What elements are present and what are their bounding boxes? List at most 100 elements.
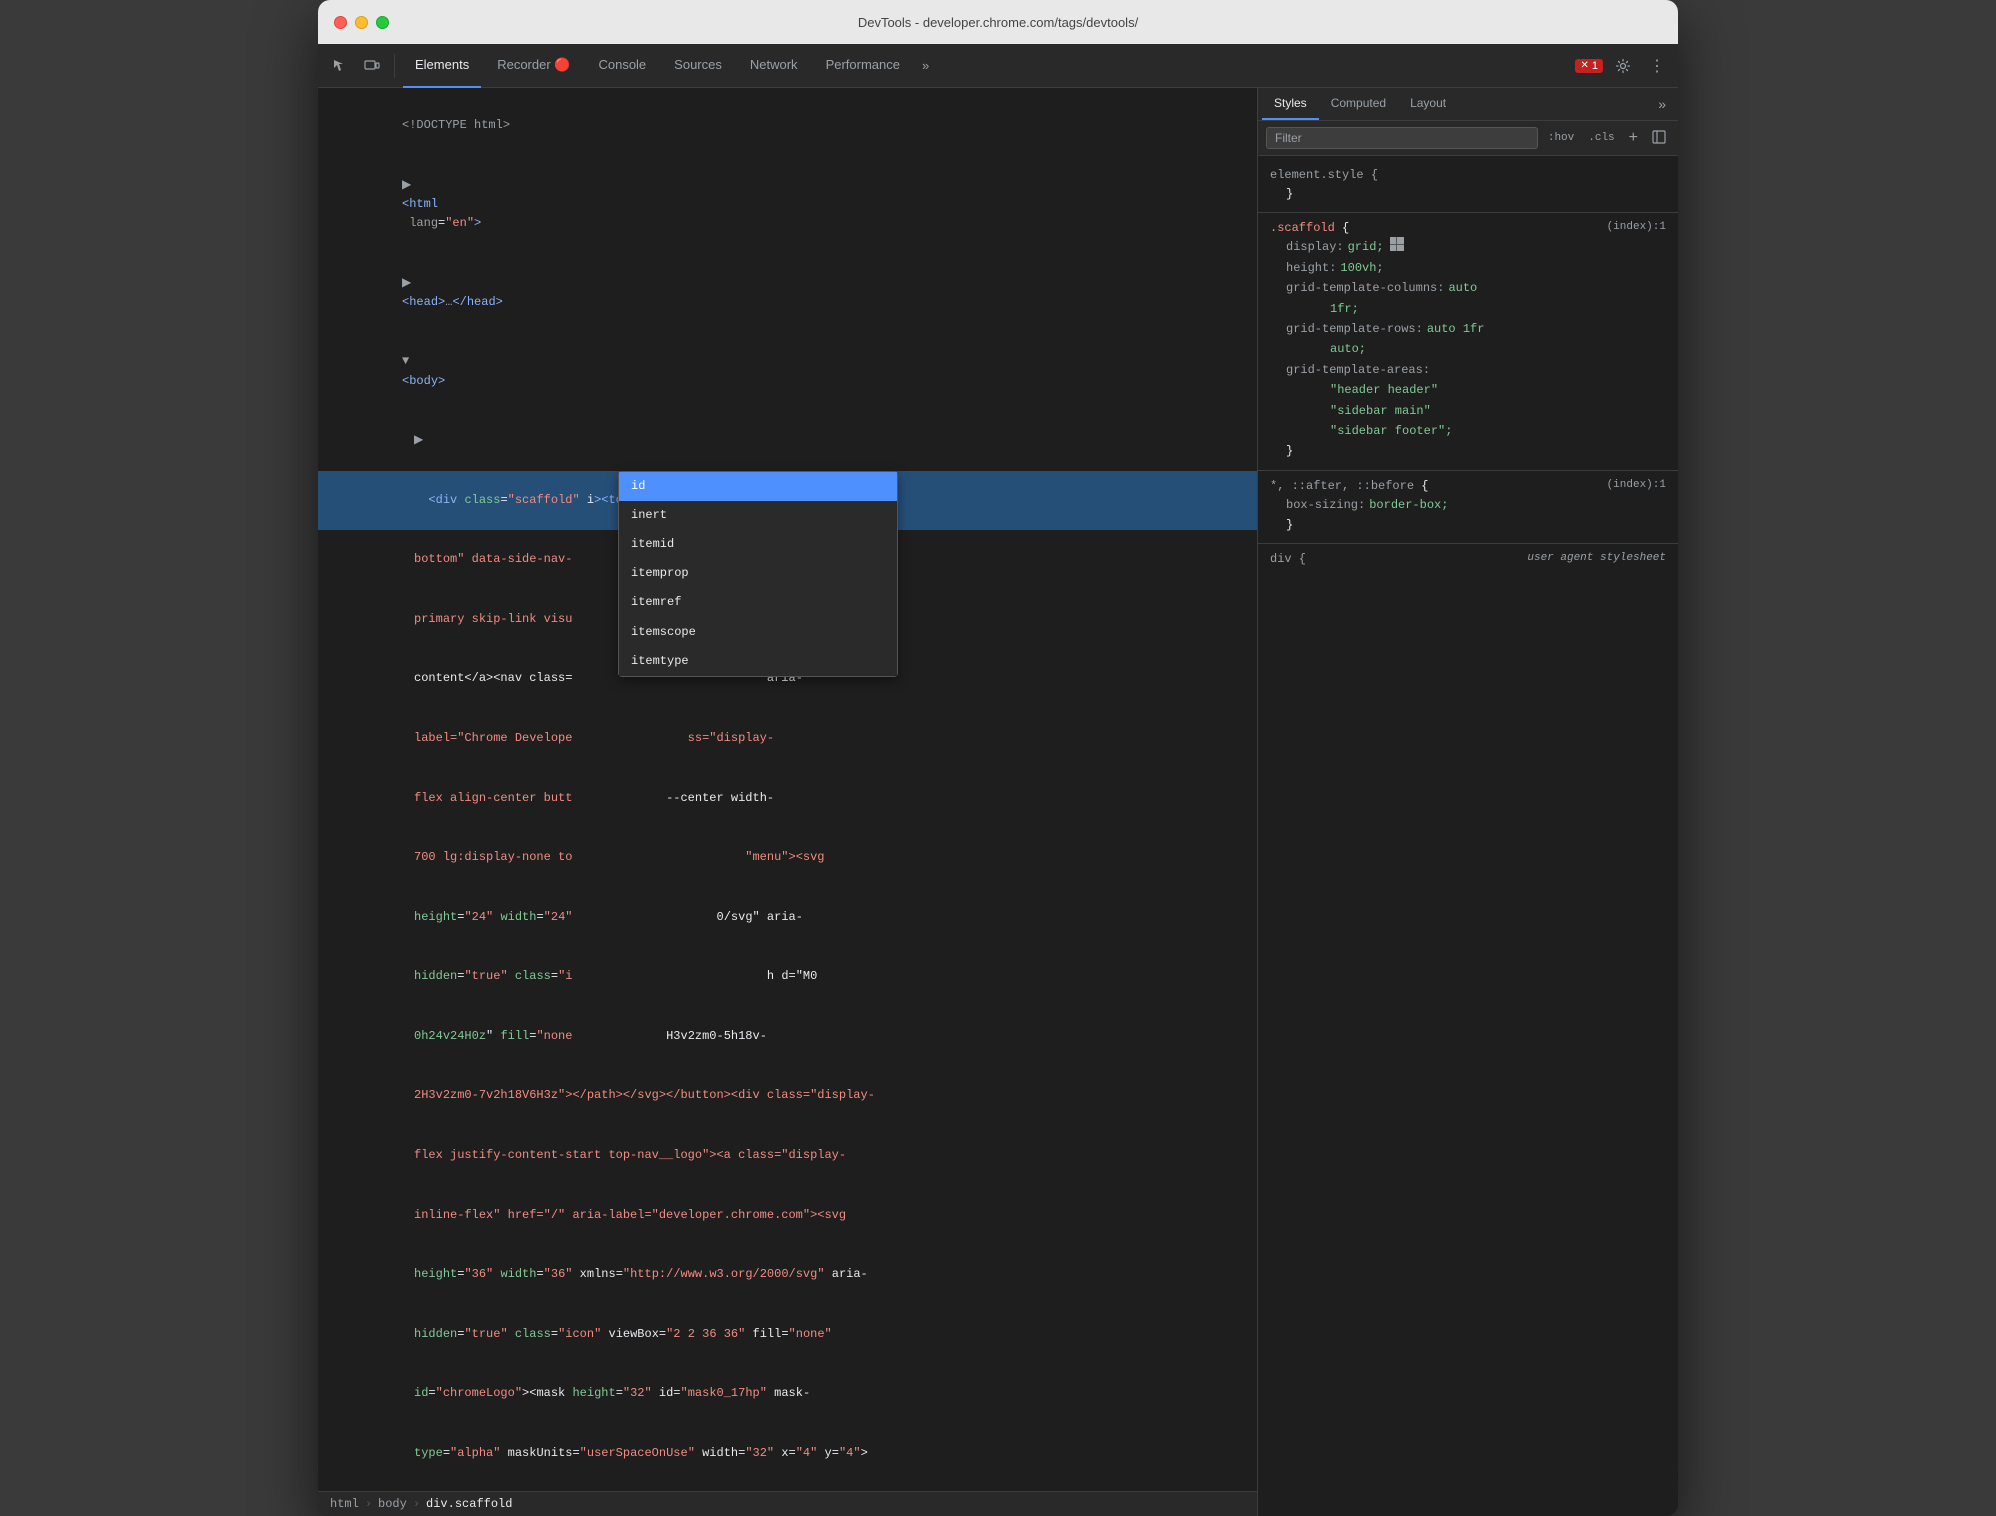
styles-tabs: Styles Computed Layout » (1258, 88, 1678, 121)
val-true: "true" (464, 969, 507, 983)
css-prop-gtc-val2: 1fr; (1286, 299, 1666, 319)
toggle-sidebar-btn[interactable] (1648, 128, 1670, 149)
grid-icon[interactable] (1390, 237, 1404, 251)
autocomplete-item-id[interactable]: id (619, 472, 897, 501)
pseudo-cls-btn[interactable]: .cls (1584, 130, 1618, 146)
attr-lang-value: "en" (445, 216, 474, 230)
tab-network[interactable]: Network (738, 44, 810, 88)
more-tabs-button[interactable]: » (916, 54, 935, 77)
toolbar-divider-1 (394, 54, 395, 78)
sp2: viewBox= (601, 1327, 666, 1341)
breadcrumb-body[interactable]: body (378, 1497, 407, 1511)
triangle-icon[interactable]: ▶ (402, 176, 411, 195)
prop-value: 1fr; (1330, 299, 1359, 319)
autocomplete-item-itemid[interactable]: itemid (619, 530, 897, 559)
attr-d: 0h24v24H0z (414, 1029, 486, 1043)
autocomplete-item-inert[interactable]: inert (619, 501, 897, 530)
autocomplete-item-itemref[interactable]: itemref (619, 588, 897, 617)
triangle-icon[interactable]: ▶ (402, 274, 411, 293)
tab-more-button[interactable]: » (1650, 92, 1674, 116)
prop-name: grid-template-areas: (1286, 360, 1430, 380)
tab-sources[interactable]: Sources (662, 44, 734, 88)
tree-line[interactable]: flex justify-content-start top-nav__logo… (318, 1126, 1257, 1186)
selected-content-area: <div class="scaffold" i><top-nav class="… (318, 471, 1257, 531)
tab-elements[interactable]: Elements (403, 44, 481, 88)
autocomplete-item-itemscope[interactable]: itemscope (619, 618, 897, 647)
rule-source[interactable]: (index):1 (1607, 221, 1666, 235)
close-brace: } (1286, 441, 1293, 461)
close-button[interactable] (334, 16, 347, 29)
tab-console[interactable]: Console (586, 44, 658, 88)
val2: "32" (623, 1386, 652, 1400)
css-prop-gta-val2: "sidebar main" (1286, 401, 1666, 421)
prop-value: border-box; (1369, 495, 1448, 515)
class-value: "scaffold" (508, 493, 580, 507)
tree-line[interactable]: <!DOCTYPE html> (318, 96, 1257, 156)
inspect-element-button[interactable] (326, 54, 354, 78)
triangle-icon-inner[interactable]: ▶ (414, 431, 423, 450)
triangle-icon[interactable]: ▼ (402, 352, 409, 371)
line-content: label="Chrome Develope (414, 731, 572, 745)
tab-computed[interactable]: Computed (1319, 88, 1398, 120)
tree-line[interactable]: id="chromeLogo"><mask height="32" id="ma… (318, 1364, 1257, 1424)
rule-selector: div { user agent stylesheet (1270, 552, 1666, 566)
tree-line[interactable]: height="24" width="24" 0/svg" aria- (318, 888, 1257, 948)
eq: = (457, 1327, 464, 1341)
css-prop-gta-val3: "sidebar footer"; (1286, 421, 1666, 441)
autocomplete-item-itemtype[interactable]: itemtype (619, 647, 897, 676)
device-toggle-button[interactable] (358, 54, 386, 78)
tab-performance[interactable]: Performance (814, 44, 912, 88)
tree-line[interactable]: hidden="true" class="icon" viewBox="2 2 … (318, 1304, 1257, 1364)
tree-line[interactable]: label="Chrome Develope ss="display- (318, 709, 1257, 769)
tree-line[interactable]: type="alpha" maskUnits="userSpaceOnUse" … (318, 1424, 1257, 1484)
doctype-text: <!DOCTYPE html> (402, 118, 510, 132)
class-attr: class (464, 493, 500, 507)
rule-source-ua[interactable]: user agent stylesheet (1527, 552, 1666, 566)
tab-styles[interactable]: Styles (1262, 88, 1319, 120)
prop-value: grid; (1348, 237, 1384, 257)
tab-recorder[interactable]: Recorder 🔴 (485, 44, 582, 88)
eq: = (428, 1386, 435, 1400)
pseudo-hover-btn[interactable]: :hov (1544, 130, 1578, 146)
prop-value: 100vh; (1340, 258, 1383, 278)
eq1: = (500, 493, 507, 507)
tree-line[interactable]: inline-flex" href="/" aria-label="develo… (318, 1185, 1257, 1245)
selector-div: div { (1270, 552, 1306, 566)
settings-button[interactable] (1609, 54, 1637, 78)
tree-line[interactable]: ▼ <body> (318, 332, 1257, 411)
maximize-button[interactable] (376, 16, 389, 29)
attr2: height (572, 1386, 615, 1400)
rule-divider (1258, 212, 1678, 213)
html-tree[interactable]: <!DOCTYPE html> ▶ <html lang="en"> ▶ <he… (318, 88, 1257, 1491)
breadcrumb-div-scaffold[interactable]: div.scaffold (426, 1497, 512, 1511)
add-style-btn[interactable]: + (1625, 127, 1642, 149)
rule-selector: .scaffold { (index):1 (1270, 221, 1666, 235)
tree-line[interactable]: hidden="true" class="i h d="M0 (318, 947, 1257, 1007)
styles-filter-input[interactable] (1266, 127, 1538, 149)
more-options-button[interactable]: ⋮ (1643, 52, 1670, 80)
val: "36" (464, 1267, 493, 1281)
val4: "4" (796, 1446, 818, 1460)
line-content2: --center width- (666, 791, 774, 805)
rule-source[interactable]: (index):1 (1607, 479, 1666, 493)
val3: "http://www.w3.org/2000/svg" (623, 1267, 825, 1281)
tree-line[interactable]: height="36" width="36" xmlns="http://www… (318, 1245, 1257, 1305)
tree-line[interactable]: ▶ <head>…</head> (318, 254, 1257, 333)
rule-body: display: grid; height: 100vh; (1270, 237, 1666, 461)
minimize-button[interactable] (355, 16, 368, 29)
tree-line[interactable]: ▶ <html lang="en"> (318, 156, 1257, 254)
tree-line[interactable]: flex align-center butt --center width- (318, 768, 1257, 828)
tree-line[interactable]: 2H3v2zm0-7v2h18V6H3z"></path></svg></but… (318, 1066, 1257, 1126)
attr-class: class (515, 969, 551, 983)
attr: id (414, 1386, 428, 1400)
tree-line[interactable]: 700 lg:display-none to "menu"><svg (318, 828, 1257, 888)
tab-layout[interactable]: Layout (1398, 88, 1458, 120)
style-rule-scaffold: .scaffold { (index):1 display: grid; (1258, 217, 1678, 465)
error-icon: ✕ (1580, 60, 1588, 71)
tree-line[interactable]: ▶ (318, 411, 1257, 471)
breadcrumb-html[interactable]: html (330, 1497, 359, 1511)
error-badge: ✕ 1 (1575, 59, 1603, 73)
tree-line[interactable]: 0h24v24H0z" fill="none H3v2zm0-5h18v- (318, 1007, 1257, 1067)
attr: height (414, 1267, 457, 1281)
autocomplete-item-itemprop[interactable]: itemprop (619, 559, 897, 588)
